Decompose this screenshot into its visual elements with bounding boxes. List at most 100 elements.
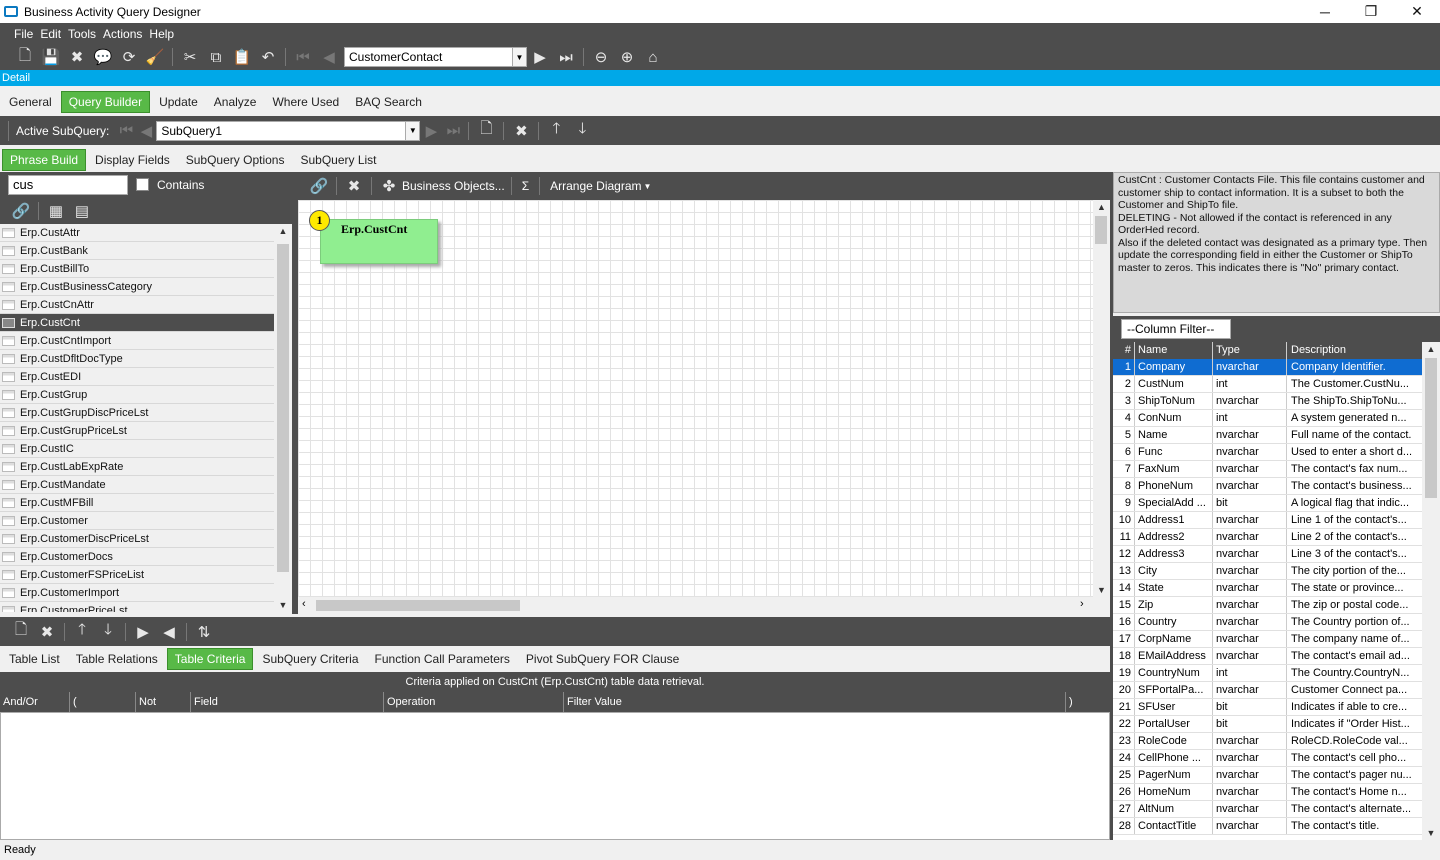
table-list-item[interactable]: Erp.CustMFBill xyxy=(0,494,274,512)
indent-right-icon[interactable]: ▶ xyxy=(130,621,156,643)
refresh-icon[interactable]: ⟳ xyxy=(116,46,142,68)
contains-checkbox[interactable] xyxy=(136,178,149,191)
table-list-item[interactable]: Erp.CustGrupPriceLst xyxy=(0,422,274,440)
clear-icon[interactable]: 🧹 xyxy=(142,46,168,68)
new-criteria-icon[interactable]: 🗋 xyxy=(8,621,34,643)
column-row[interactable]: 16 Country nvarchar The Country portion of.… xyxy=(1113,614,1422,631)
chevron-down-icon[interactable]: ▼ xyxy=(644,182,652,191)
column-row[interactable]: 7 FaxNum nvarchar The contact's fax num... xyxy=(1113,461,1422,478)
cut-icon[interactable]: ✂ xyxy=(177,46,203,68)
scroll-right-icon[interactable]: › xyxy=(1080,598,1084,610)
column-header[interactable]: Description xyxy=(1287,342,1422,359)
table-list-item[interactable]: Erp.CustBusinessCategory xyxy=(0,278,274,296)
table-list-item[interactable]: Erp.Customer xyxy=(0,512,274,530)
close-window-button[interactable]: ✕ xyxy=(1394,0,1440,23)
table-list-item[interactable]: Erp.CustomerDocs xyxy=(0,548,274,566)
tab-analyze[interactable]: Analyze xyxy=(207,92,264,112)
column-filter-input[interactable]: --Column Filter-- xyxy=(1121,319,1231,339)
column-row[interactable]: 23 RoleCode nvarchar RoleCD.RoleCode val... xyxy=(1113,733,1422,750)
tab-baq-search[interactable]: BAQ Search xyxy=(348,92,429,112)
column-row[interactable]: 11 Address2 nvarchar Line 2 of the contact'… xyxy=(1113,529,1422,546)
column-row[interactable]: 9 SpecialAdd ... bit A logical flag that in… xyxy=(1113,495,1422,512)
column-row[interactable]: 6 Func nvarchar Used to enter a short d... xyxy=(1113,444,1422,461)
column-row[interactable]: 20 SFPortalPa... nvarchar Customer Connect … xyxy=(1113,682,1422,699)
tab-pivot-subquery-for-clause[interactable]: Pivot SubQuery FOR Clause xyxy=(519,649,686,669)
home-icon[interactable]: ⌂ xyxy=(640,46,666,68)
column-header[interactable]: Not xyxy=(136,692,191,712)
column-header[interactable]: Field xyxy=(191,692,384,712)
comment-icon[interactable]: 💬 xyxy=(90,46,116,68)
table-list-item[interactable]: Erp.CustBank xyxy=(0,242,274,260)
scroll-thumb[interactable] xyxy=(277,244,289,572)
move-down-icon[interactable]: 🡓 xyxy=(95,621,121,643)
table-list-item[interactable]: Erp.CustGrup xyxy=(0,386,274,404)
column-header[interactable]: Type xyxy=(1213,342,1287,359)
chevron-down-icon[interactable]: ▼ xyxy=(405,121,420,140)
link-icon[interactable]: 🔗 xyxy=(8,200,34,222)
scroll-thumb[interactable] xyxy=(1095,216,1107,244)
column-header[interactable]: Operation xyxy=(384,692,564,712)
delete-table-icon[interactable]: ✖ xyxy=(341,175,367,197)
next-subquery-icon[interactable]: ▶ xyxy=(420,120,442,142)
move-down-icon[interactable]: 🡓 xyxy=(569,120,595,142)
column-row[interactable]: 14 State nvarchar The state or province... xyxy=(1113,580,1422,597)
tab-table-relations[interactable]: Table Relations xyxy=(69,649,165,669)
move-up-icon[interactable]: 🡑 xyxy=(543,120,569,142)
column-row[interactable]: 26 HomeNum nvarchar The contact's Home n... xyxy=(1113,784,1422,801)
menu-actions[interactable]: Actions xyxy=(103,27,142,41)
tab-display-fields[interactable]: Display Fields xyxy=(88,150,177,170)
column-row[interactable]: 21 SFUser bit Indicates if able to cre... xyxy=(1113,699,1422,716)
first-subquery-icon[interactable]: ⏮ xyxy=(116,120,136,142)
sigma-button[interactable]: Σ xyxy=(516,179,535,193)
scroll-down-icon[interactable]: ▼ xyxy=(1093,585,1110,595)
chevron-down-icon[interactable]: ▼ xyxy=(512,48,526,66)
column-row[interactable]: 24 CellPhone ... nvarchar The contact's cel… xyxy=(1113,750,1422,767)
column-row[interactable]: 25 PagerNum nvarchar The contact's pager nu… xyxy=(1113,767,1422,784)
tab-subquery-criteria[interactable]: SubQuery Criteria xyxy=(255,649,365,669)
forward-icon[interactable]: ⊕ xyxy=(614,46,640,68)
tab-general[interactable]: General xyxy=(2,92,59,112)
menu-file[interactable]: File xyxy=(14,27,33,41)
table-list-item[interactable]: Erp.CustCnAttr xyxy=(0,296,274,314)
column-header[interactable]: Filter Value xyxy=(564,692,1066,712)
tab-table-criteria[interactable]: Table Criteria xyxy=(166,647,254,670)
columns-grid-scrollbar[interactable]: ▲ ▼ xyxy=(1422,342,1440,840)
business-objects-button[interactable]: Business Objects... xyxy=(402,179,505,193)
restore-button[interactable]: ❐ xyxy=(1348,0,1394,23)
scroll-thumb[interactable] xyxy=(316,600,520,611)
back-icon[interactable]: ⊖ xyxy=(588,46,614,68)
table-list-scrollbar[interactable]: ▲ ▼ xyxy=(274,224,292,612)
column-row[interactable]: 15 Zip nvarchar The zip or postal code... xyxy=(1113,597,1422,614)
scroll-thumb[interactable] xyxy=(1425,358,1437,498)
table-view-icon[interactable]: ▦ xyxy=(43,200,69,222)
canvas-vertical-scrollbar[interactable]: ▲ ▼ xyxy=(1093,200,1110,597)
column-row[interactable]: 17 CorpName nvarchar The company name of... xyxy=(1113,631,1422,648)
canvas-horizontal-scrollbar[interactable]: ‹ › xyxy=(298,597,1093,614)
new-subquery-icon[interactable]: 🗋 xyxy=(473,120,499,142)
diagram-canvas[interactable]: 1 Erp.CustCnt xyxy=(298,200,1093,597)
previous-subquery-icon[interactable]: ◀ xyxy=(136,120,156,142)
table-list-item[interactable]: Erp.CustDfltDocType xyxy=(0,350,274,368)
column-row[interactable]: 5 Name nvarchar Full name of the contact. xyxy=(1113,427,1422,444)
menu-edit[interactable]: Edit xyxy=(40,27,61,41)
column-row[interactable]: 8 PhoneNum nvarchar The contact's business.… xyxy=(1113,478,1422,495)
arrange-diagram-button[interactable]: Arrange Diagram xyxy=(550,179,641,193)
move-up-icon[interactable]: 🡑 xyxy=(69,621,95,643)
menu-help[interactable]: Help xyxy=(149,27,174,41)
column-header[interactable]: Name xyxy=(1135,342,1213,359)
delete-criteria-icon[interactable]: ✖ xyxy=(34,621,60,643)
column-row[interactable]: 28 ContactTitle nvarchar The contact's titl… xyxy=(1113,818,1422,835)
tab-subquery-list[interactable]: SubQuery List xyxy=(293,150,383,170)
delete-subquery-icon[interactable]: ✖ xyxy=(508,120,534,142)
column-row[interactable]: 2 CustNum int The Customer.CustNu... xyxy=(1113,376,1422,393)
table-list-item[interactable]: Erp.CustomerPriceLst xyxy=(0,602,274,612)
subquery-combo[interactable]: SubQuery1 ▼ xyxy=(156,120,421,141)
last-subquery-icon[interactable]: ⏭ xyxy=(442,120,464,142)
indent-left-icon[interactable]: ◀ xyxy=(156,621,182,643)
column-header[interactable]: # xyxy=(1113,342,1135,359)
column-row[interactable]: 13 City nvarchar The city portion of the... xyxy=(1113,563,1422,580)
table-list-item[interactable]: Erp.CustAttr xyxy=(0,224,274,242)
table-list-item[interactable]: Erp.CustEDI xyxy=(0,368,274,386)
column-row[interactable]: 19 CountryNum int The Country.CountryN... xyxy=(1113,665,1422,682)
table-list-item[interactable]: Erp.CustomerFSPriceList xyxy=(0,566,274,584)
